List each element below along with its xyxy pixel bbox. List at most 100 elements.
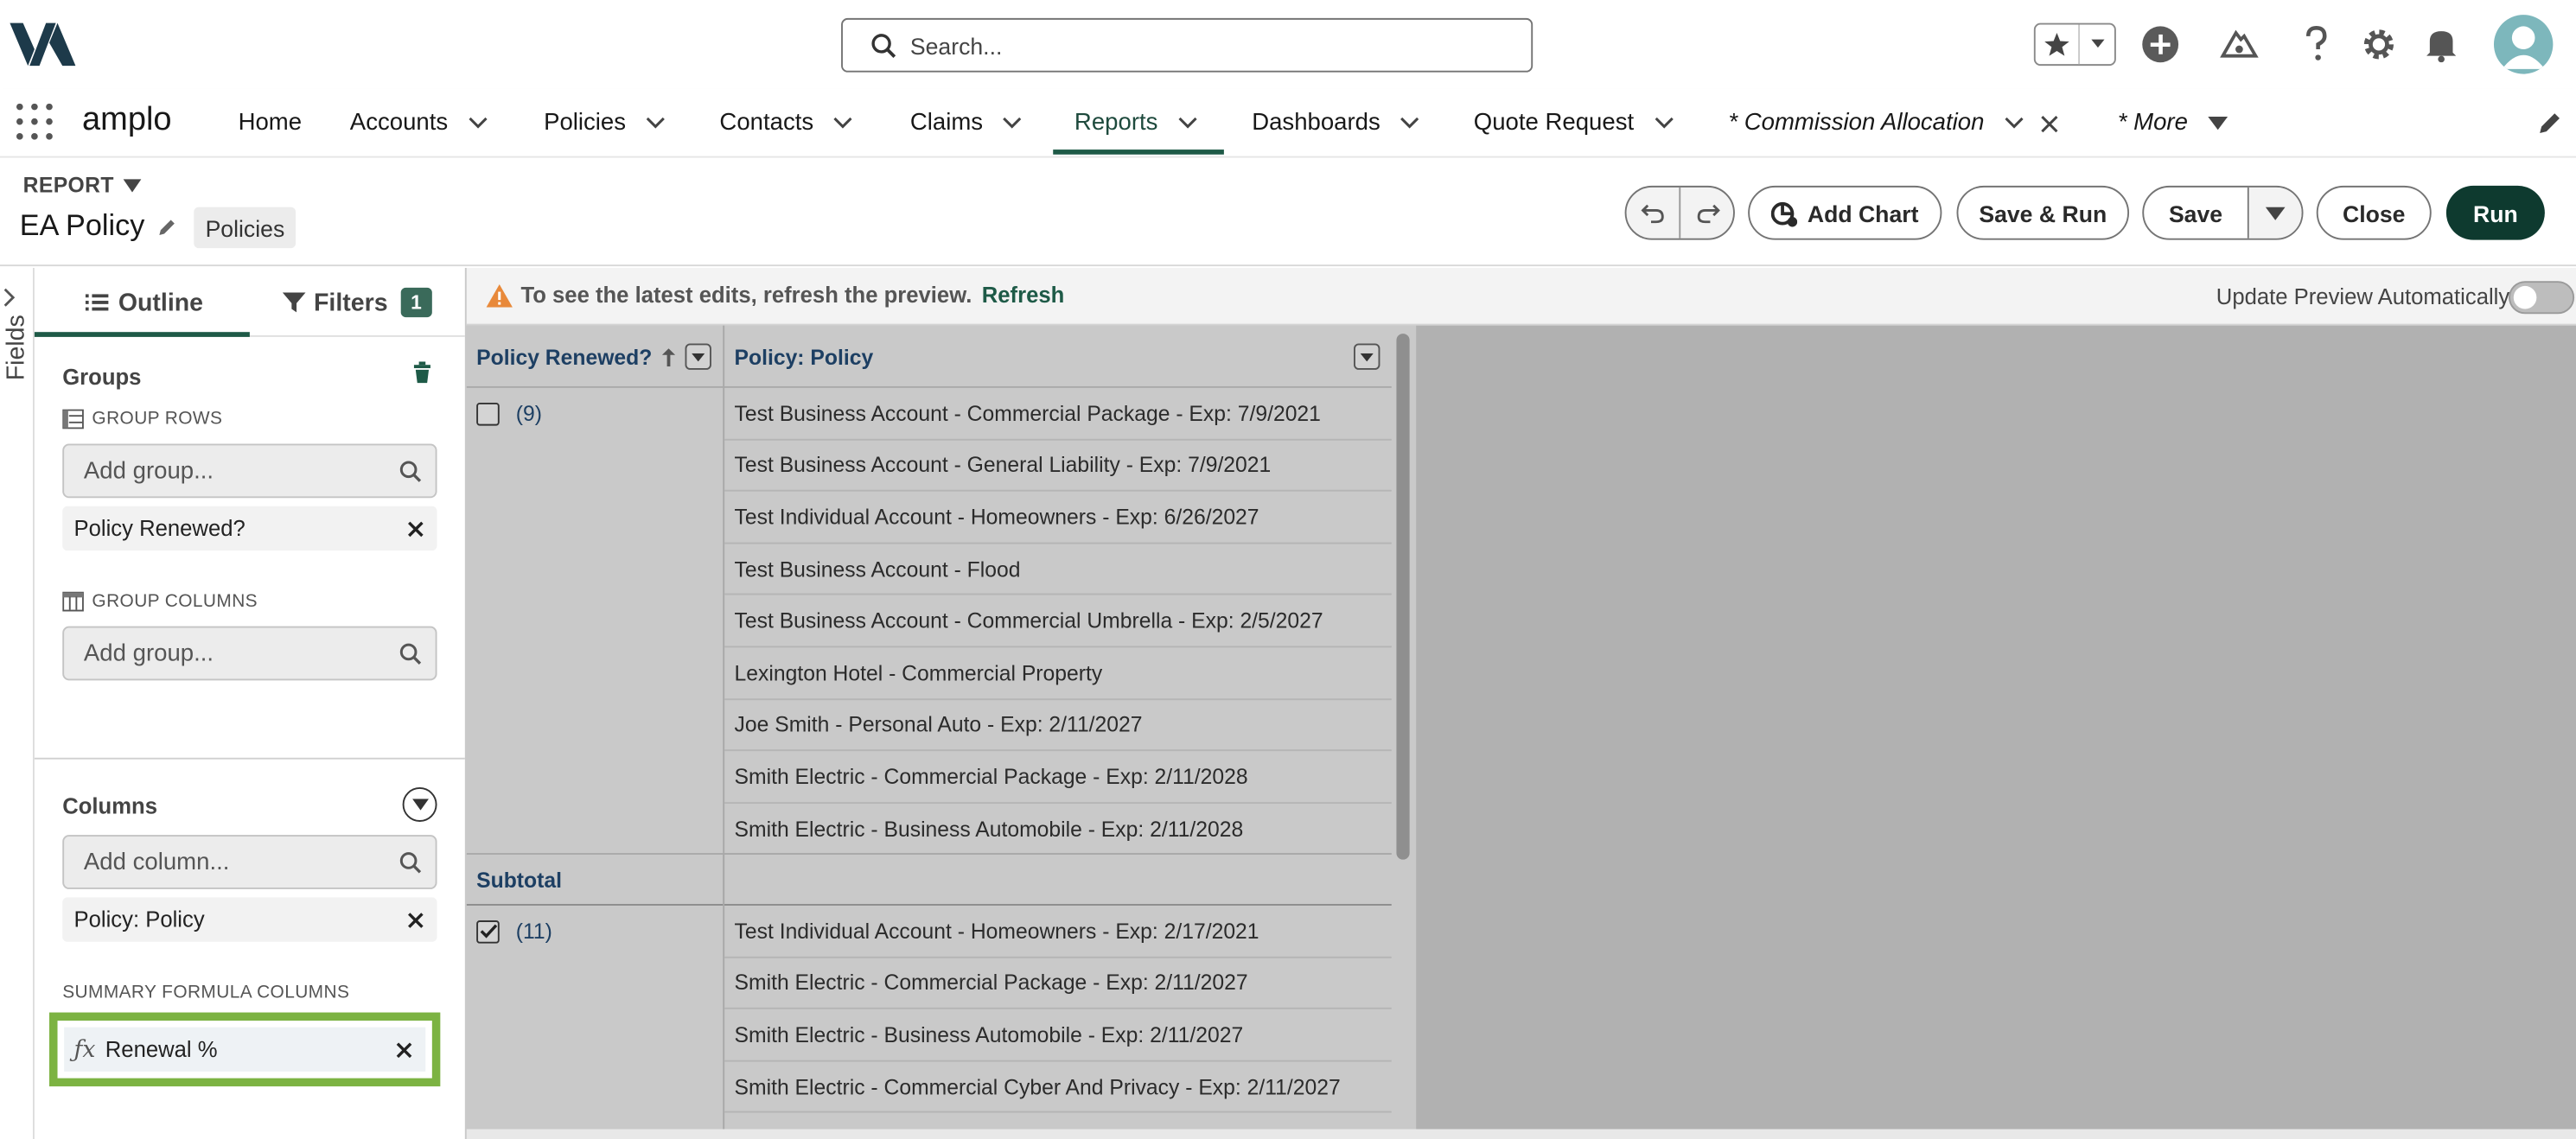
caret-down-icon[interactable] xyxy=(2207,117,2228,130)
undo-icon[interactable] xyxy=(1627,187,1681,239)
table-row[interactable]: Smith Electric - Commercial Package - Ex… xyxy=(724,958,1392,1010)
group-2-count[interactable]: (11) xyxy=(516,919,552,944)
table-row[interactable]: Test Business Account - General Liabilit… xyxy=(724,440,1392,493)
nav-item-label: Contacts xyxy=(719,110,814,137)
nav-item-label: Policies xyxy=(544,110,627,137)
nav-item-dashboards[interactable]: Dashboards xyxy=(1252,89,1419,158)
chevron-down-icon[interactable] xyxy=(2080,25,2114,65)
add-icon[interactable] xyxy=(2140,25,2180,65)
group-1-label[interactable]: (9) xyxy=(476,401,542,426)
nav-item-quote-request[interactable]: Quote Request xyxy=(1474,89,1674,158)
table-row[interactable]: Test Individual Account - Homeowners - E… xyxy=(724,906,1392,958)
add-chart-button[interactable]: Add Chart xyxy=(1748,185,1942,240)
fields-drawer[interactable]: Fields xyxy=(0,268,35,1139)
group-2-checkbox[interactable] xyxy=(476,919,500,943)
save-options-caret-icon[interactable] xyxy=(2248,187,2302,239)
table-row[interactable]: Smith Electric - Business Automobile - E… xyxy=(724,1009,1392,1062)
auto-update-label: Update Preview Automatically xyxy=(2216,284,2510,309)
save-run-button[interactable]: Save & Run xyxy=(1956,185,2130,240)
chevron-down-icon[interactable] xyxy=(1654,117,1674,130)
report-type-menu[interactable]: REPORT xyxy=(23,173,143,197)
settings-icon[interactable] xyxy=(2359,25,2399,65)
nav-item-claims[interactable]: Claims xyxy=(910,89,1023,158)
nav-item-more[interactable]: * More xyxy=(2118,89,2228,158)
table-row[interactable]: Smith Electric - Commercial Cyber And Pr… xyxy=(724,1061,1392,1114)
nav-item-contacts[interactable]: Contacts xyxy=(719,89,852,158)
notifications-icon[interactable] xyxy=(2421,25,2461,65)
group-row-chip[interactable]: Policy Renewed? xyxy=(62,506,437,551)
trailhead-icon[interactable] xyxy=(2220,25,2260,65)
group-rows-text: GROUP ROWS xyxy=(92,409,223,430)
edit-title-icon[interactable] xyxy=(158,216,178,236)
nav-item-policies[interactable]: Policies xyxy=(544,89,666,158)
table-row[interactable]: Test Business Account - Flood xyxy=(724,544,1392,596)
horizontal-scrollbar[interactable] xyxy=(466,1129,2576,1139)
chevron-down-icon[interactable] xyxy=(646,117,666,130)
column-chip[interactable]: Policy: Policy xyxy=(62,897,437,942)
add-group-rows-input[interactable]: Add group... xyxy=(62,443,437,499)
run-button[interactable]: Run xyxy=(2445,185,2545,240)
subtotal-label: Subtotal xyxy=(476,868,562,893)
columns-menu-icon[interactable] xyxy=(402,787,437,822)
chevron-down-icon[interactable] xyxy=(2004,117,2024,130)
table-row[interactable]: Smith Electric - Business Automobile - E… xyxy=(724,804,1392,856)
global-header: Search... xyxy=(0,0,2576,89)
close-button[interactable]: Close xyxy=(2316,185,2432,240)
table-row[interactable]: Smith Electric - Commercial Package - Ex… xyxy=(724,752,1392,804)
sort-asc-icon[interactable] xyxy=(661,347,675,366)
redo-icon[interactable] xyxy=(1680,188,1733,239)
help-icon[interactable] xyxy=(2297,25,2337,65)
add-group-columns-input[interactable]: Add group... xyxy=(62,626,437,681)
search-icon xyxy=(399,850,423,874)
table-row[interactable]: Lexington Hotel - Commercial Property xyxy=(724,647,1392,700)
remove-icon[interactable] xyxy=(396,1041,412,1058)
close-icon[interactable] xyxy=(2040,114,2058,132)
trash-icon[interactable] xyxy=(412,361,432,385)
table-row[interactable]: Test Business Account - Commercial Umbre… xyxy=(724,595,1392,648)
group-2-label[interactable]: (11) xyxy=(476,919,552,944)
refresh-link[interactable]: Refresh xyxy=(982,283,1065,308)
add-column-input[interactable]: Add column... xyxy=(62,835,437,889)
star-icon[interactable] xyxy=(2036,24,2081,65)
app-name: amplo xyxy=(82,101,172,138)
column-menu-icon[interactable] xyxy=(685,343,711,370)
chevron-down-icon[interactable] xyxy=(833,117,853,130)
fields-label: Fields xyxy=(2,315,31,381)
group-1-count[interactable]: (9) xyxy=(516,401,542,426)
app-logo[interactable] xyxy=(10,20,76,69)
avatar[interactable] xyxy=(2493,15,2554,74)
vertical-scrollbar[interactable] xyxy=(1396,334,1410,860)
nav-item-reports[interactable]: Reports xyxy=(1074,89,1197,158)
caret-down-icon xyxy=(124,178,143,192)
global-search-input[interactable]: Search... xyxy=(841,17,1533,73)
column-menu-icon[interactable] xyxy=(1354,343,1380,370)
nav-item-home[interactable]: Home xyxy=(239,89,303,158)
navigation-bar: amplo Home Accounts Policies Contacts Cl… xyxy=(0,88,2576,158)
preview-warning: To see the latest edits, refresh the pre… xyxy=(486,283,1065,308)
table-row[interactable]: Test Business Account - Commercial Packa… xyxy=(724,388,1392,440)
table-row[interactable]: Test Individual Account - Homeowners - E… xyxy=(724,492,1392,544)
chevron-down-icon[interactable] xyxy=(468,117,488,130)
group-rows-label: GROUP ROWS xyxy=(62,409,223,430)
col-header-policy[interactable]: Policy: Policy xyxy=(735,326,1227,388)
chevron-down-icon[interactable] xyxy=(1177,117,1197,130)
list-icon xyxy=(85,293,109,313)
tab-filters[interactable]: Filters 1 xyxy=(282,268,432,337)
remove-icon[interactable] xyxy=(407,912,424,928)
chevron-down-icon[interactable] xyxy=(1400,117,1420,130)
nav-item-accounts[interactable]: Accounts xyxy=(350,89,488,158)
group-1-checkbox[interactable] xyxy=(476,402,500,425)
group-columns-text: GROUP COLUMNS xyxy=(92,591,258,612)
chevron-down-icon[interactable] xyxy=(1003,117,1023,130)
tab-outline[interactable]: Outline xyxy=(85,268,203,337)
edit-nav-icon[interactable] xyxy=(2538,110,2563,143)
chevron-right-icon[interactable] xyxy=(3,288,16,308)
remove-icon[interactable] xyxy=(407,520,424,537)
summary-formula-chip[interactable]: ƒx Renewal % xyxy=(64,1027,426,1072)
table-row[interactable]: Joe Smith - Personal Auto - Exp: 2/11/20… xyxy=(724,699,1392,752)
nav-item-commission-allocation[interactable]: * Commission Allocation xyxy=(1728,89,2058,158)
auto-update-toggle[interactable] xyxy=(2509,281,2575,315)
col-header-label: Policy Renewed? xyxy=(476,344,653,369)
app-launcher-icon[interactable] xyxy=(16,103,53,140)
save-button[interactable]: Save xyxy=(2144,187,2249,239)
